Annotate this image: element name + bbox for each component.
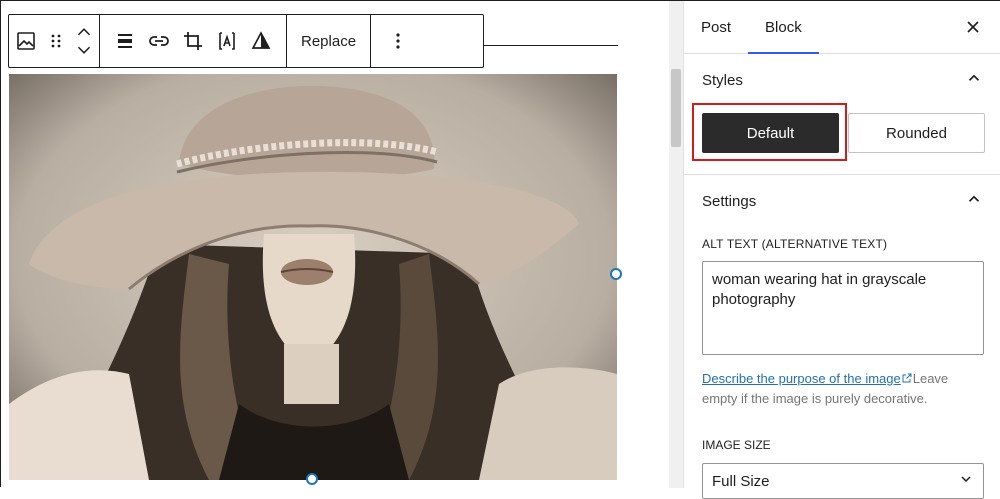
drag-handle-icon[interactable]: [43, 15, 69, 67]
block-image[interactable]: [9, 74, 617, 480]
tab-block[interactable]: Block: [748, 1, 819, 54]
alt-text-help: Describe the purpose of the image Leave e…: [702, 369, 984, 409]
block-mover: [69, 15, 99, 67]
settings-panel: Settings: [684, 175, 1000, 227]
woman-hat-photo: [9, 74, 617, 480]
toolbar-group-replace: Replace: [287, 15, 372, 67]
chevron-up-icon[interactable]: [965, 69, 983, 91]
sidebar-tabs: Post Block: [684, 1, 1000, 54]
move-down-icon[interactable]: [73, 41, 95, 59]
settings-panel-header[interactable]: Settings: [684, 175, 1000, 227]
toolbar-group-more: [371, 15, 425, 67]
settings-title: Settings: [702, 192, 757, 210]
toolbar-group-block: [9, 15, 100, 67]
settings-sidebar: Post Block Styles Default Rounded Settin…: [683, 1, 1000, 499]
tab-post[interactable]: Post: [684, 1, 748, 53]
image-size-select[interactable]: Full Size: [702, 463, 984, 499]
image-size-label: IMAGE SIZE: [702, 438, 771, 452]
crop-icon[interactable]: [176, 15, 210, 67]
resize-handle-bottom[interactable]: [306, 473, 318, 485]
scrollbar-thumb[interactable]: [671, 69, 681, 147]
styles-title: Styles: [702, 71, 743, 89]
describe-purpose-link[interactable]: Describe the purpose of the image: [702, 371, 901, 386]
block-toolbar: Replace: [8, 14, 484, 68]
external-link-icon: [902, 373, 912, 383]
styles-panel-header[interactable]: Styles: [684, 54, 1000, 106]
close-icon[interactable]: [961, 15, 985, 39]
editor-scrollbar[interactable]: [669, 1, 683, 488]
move-up-icon[interactable]: [73, 23, 95, 41]
chevron-up-icon[interactable]: [965, 190, 983, 212]
alt-text-field[interactable]: woman wearing hat in grayscale photograp…: [702, 261, 984, 355]
chevron-down-icon: [958, 471, 974, 491]
duotone-icon[interactable]: [244, 15, 278, 67]
more-options-icon[interactable]: [381, 15, 415, 67]
separator-line: [484, 45, 618, 46]
style-rounded-button[interactable]: Rounded: [848, 113, 985, 153]
text-overlay-icon[interactable]: [210, 15, 244, 67]
style-default-button[interactable]: Default: [702, 113, 839, 153]
replace-button[interactable]: Replace: [287, 15, 370, 67]
alt-text-label: ALT TEXT (ALTERNATIVE TEXT): [702, 237, 888, 251]
toolbar-group-tools: [100, 15, 287, 67]
image-icon[interactable]: [9, 15, 43, 67]
resize-handle-right[interactable]: [610, 268, 622, 280]
editor-canvas: Replace: [1, 1, 683, 488]
link-icon[interactable]: [142, 15, 176, 67]
align-icon[interactable]: [108, 15, 142, 67]
